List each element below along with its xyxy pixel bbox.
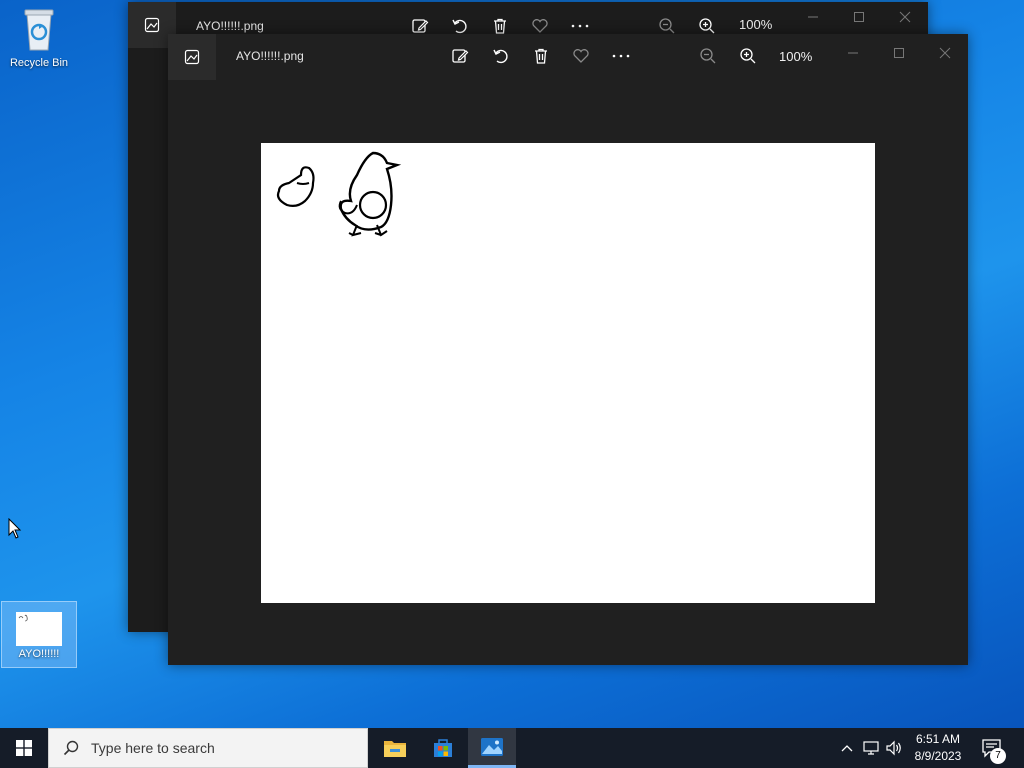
minimize-button[interactable]: [830, 38, 876, 68]
maximize-icon: [894, 48, 904, 58]
zoom-out-icon: [700, 48, 716, 64]
zoom-in-icon: [699, 18, 715, 34]
mouse-cursor-icon: [8, 518, 22, 539]
maximize-button[interactable]: [836, 2, 882, 32]
png-file-desktop-icon[interactable]: AYO!!!!!!: [1, 601, 77, 668]
taskbar: Type here to search 6:51 AM 8/9/2023: [0, 728, 1024, 768]
file-thumbnail: [16, 612, 62, 646]
minimize-icon: [848, 52, 858, 54]
network-icon: [863, 741, 879, 755]
microsoft-store-icon: [434, 739, 452, 757]
delete-button[interactable]: [529, 44, 553, 68]
rotate-button[interactable]: [489, 44, 513, 68]
favorite-icon: [573, 49, 589, 63]
file-name: AYO!!!!!!.png: [196, 19, 264, 33]
doodle-drawing: [276, 151, 402, 237]
edit-image-button[interactable]: [448, 44, 472, 68]
minimize-button[interactable]: [790, 2, 836, 32]
search-box[interactable]: Type here to search: [48, 728, 368, 768]
photos-taskbar-button[interactable]: [468, 728, 516, 768]
rotate-icon: [452, 19, 467, 34]
zoom-out-button[interactable]: [696, 44, 720, 68]
delete-icon: [494, 18, 506, 34]
network-button[interactable]: [861, 728, 881, 768]
more-button[interactable]: [609, 44, 633, 68]
more-icon: [571, 24, 589, 28]
notification-badge: 7: [990, 748, 1006, 764]
file-explorer-taskbar-button[interactable]: [371, 728, 419, 768]
recycle-bin-icon: [24, 9, 54, 51]
delete-icon: [535, 48, 547, 64]
recycle-bin-desktop-icon[interactable]: Recycle Bin: [1, 6, 77, 69]
clock[interactable]: 6:51 AM 8/9/2023: [910, 731, 966, 765]
minimize-icon: [808, 16, 818, 18]
recycle-bin-label: Recycle Bin: [9, 57, 69, 69]
search-placeholder: Type here to search: [91, 740, 215, 756]
zoom-in-button[interactable]: [736, 44, 760, 68]
file-explorer-icon: [384, 741, 406, 757]
volume-button[interactable]: [884, 728, 904, 768]
maximize-icon: [854, 12, 864, 22]
start-button[interactable]: [0, 728, 48, 768]
chevron-up-icon: [841, 745, 853, 752]
photos-icon: [481, 737, 503, 756]
clock-date: 8/9/2023: [914, 749, 962, 763]
volume-icon: [886, 740, 901, 756]
more-icon: [612, 54, 630, 58]
close-button[interactable]: [922, 38, 968, 68]
file-label: AYO!!!!!!: [18, 648, 60, 660]
photos-app-icon: [168, 34, 216, 80]
close-button[interactable]: [882, 2, 928, 32]
clock-time: 6:51 AM: [915, 732, 961, 746]
search-icon: [63, 740, 79, 756]
microsoft-store-taskbar-button[interactable]: [419, 728, 467, 768]
title-bar[interactable]: AYO!!!!!!.png 100%: [168, 34, 968, 80]
rotate-icon: [493, 49, 508, 64]
favorite-icon: [532, 19, 548, 33]
photos-window-front[interactable]: AYO!!!!!!.png 100%: [168, 34, 968, 665]
windows-logo-icon: [16, 740, 32, 756]
image-canvas[interactable]: [261, 143, 875, 603]
file-name: AYO!!!!!!.png: [236, 49, 304, 63]
zoom-in-icon: [740, 48, 756, 64]
edit-image-icon: [412, 19, 429, 33]
favorite-button[interactable]: [569, 44, 593, 68]
zoom-out-icon: [659, 18, 675, 34]
close-icon: [899, 11, 911, 23]
maximize-button[interactable]: [876, 38, 922, 68]
close-icon: [939, 47, 951, 59]
zoom-level: 100%: [739, 17, 773, 32]
edit-image-icon: [452, 49, 469, 63]
notification-count: 7: [995, 750, 1001, 761]
show-hidden-icons-button[interactable]: [838, 728, 856, 768]
zoom-level: 100%: [779, 49, 813, 64]
